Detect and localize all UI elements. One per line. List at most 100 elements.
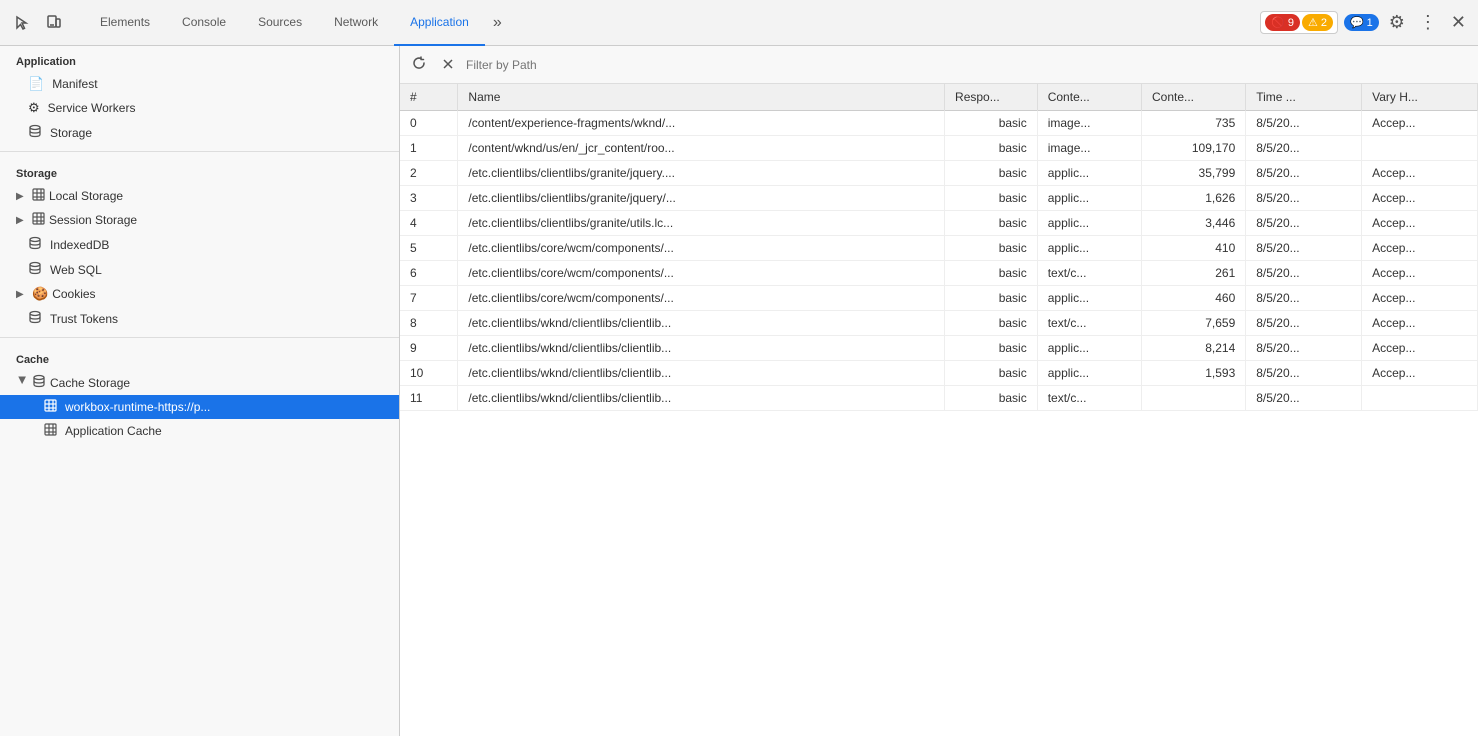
device-toolbar-button[interactable]: [40, 9, 68, 37]
sidebar-item-storage-label: Storage: [50, 126, 92, 140]
error-count: 9: [1288, 17, 1294, 29]
cache-table: # Name Respo... Conte... Conte... Time .…: [400, 84, 1478, 411]
sidebar-item-cookies-label: Cookies: [52, 287, 95, 301]
sidebar-section-cache: Cache: [0, 344, 399, 370]
table-row[interactable]: 3/etc.clientlibs/clientlibs/granite/jque…: [400, 186, 1478, 211]
sidebar-item-workbox-runtime[interactable]: workbox-runtime-https://p...: [0, 395, 399, 419]
error-badge: 🚫 9: [1265, 14, 1300, 31]
tab-sources[interactable]: Sources: [242, 0, 318, 46]
table-row[interactable]: 1/content/wknd/us/en/_jcr_content/roo...…: [400, 136, 1478, 161]
message-icon: 💬: [1350, 16, 1364, 29]
web-sql-icon: [28, 261, 42, 278]
col-header-vary[interactable]: Vary H...: [1362, 84, 1478, 111]
table-row[interactable]: 0/content/experience-fragments/wknd/...b…: [400, 111, 1478, 136]
cookies-icon: 🍪: [32, 286, 48, 302]
sidebar-item-service-workers[interactable]: ⚙ Service Workers: [0, 96, 399, 120]
sidebar-item-manifest[interactable]: 📄 Manifest: [0, 72, 399, 96]
col-header-name[interactable]: Name: [458, 84, 945, 111]
indexeddb-icon: [28, 236, 42, 253]
sidebar-item-session-storage-label: Session Storage: [49, 213, 137, 227]
close-button[interactable]: ✕: [1447, 8, 1470, 37]
sidebar-item-indexeddb-label: IndexedDB: [50, 238, 109, 252]
sidebar-item-application-cache-label: Application Cache: [65, 424, 162, 438]
filter-bar: [400, 46, 1478, 84]
tab-console[interactable]: Console: [166, 0, 242, 46]
settings-button[interactable]: ⚙: [1385, 8, 1409, 37]
sidebar-item-storage-main[interactable]: Storage: [0, 120, 399, 145]
filter-input[interactable]: [466, 58, 1470, 72]
sidebar-item-web-sql[interactable]: Web SQL: [0, 257, 399, 282]
warning-badge: ⚠ 2: [1302, 14, 1333, 31]
warning-count: 2: [1321, 17, 1327, 29]
cookies-expand-arrow: ▶: [16, 289, 28, 300]
table-row[interactable]: 7/etc.clientlibs/core/wcm/components/...…: [400, 286, 1478, 311]
table-row[interactable]: 8/etc.clientlibs/wknd/clientlibs/clientl…: [400, 311, 1478, 336]
local-storage-expand-arrow: ▶: [16, 191, 28, 202]
cache-storage-icon: [32, 374, 46, 391]
table-row[interactable]: 6/etc.clientlibs/core/wcm/components/...…: [400, 261, 1478, 286]
table-row[interactable]: 10/etc.clientlibs/wknd/clientlibs/client…: [400, 361, 1478, 386]
sidebar-item-session-storage[interactable]: ▶ Session Storage: [0, 208, 399, 232]
sidebar-item-trust-tokens-label: Trust Tokens: [50, 312, 118, 326]
col-header-content-type[interactable]: Conte...: [1037, 84, 1141, 111]
refresh-button[interactable]: [408, 52, 430, 77]
table-row[interactable]: 5/etc.clientlibs/core/wcm/components/...…: [400, 236, 1478, 261]
select-tool-button[interactable]: [8, 9, 36, 37]
table-row[interactable]: 4/etc.clientlibs/clientlibs/granite/util…: [400, 211, 1478, 236]
sidebar-item-cache-storage-label: Cache Storage: [50, 376, 130, 390]
col-header-response[interactable]: Respo...: [945, 84, 1038, 111]
toolbar-icons: [8, 9, 84, 37]
sidebar-divider-1: [0, 151, 399, 152]
session-storage-expand-arrow: ▶: [16, 215, 28, 226]
cache-table-wrapper: # Name Respo... Conte... Conte... Time .…: [400, 84, 1478, 736]
more-tabs-button[interactable]: »: [485, 0, 510, 46]
col-header-num[interactable]: #: [400, 84, 458, 111]
sidebar-item-manifest-label: Manifest: [52, 77, 97, 91]
tab-network[interactable]: Network: [318, 0, 394, 46]
sidebar-item-web-sql-label: Web SQL: [50, 263, 102, 277]
sidebar-section-storage: Storage: [0, 158, 399, 184]
sidebar: Application 📄 Manifest ⚙ Service Workers…: [0, 46, 400, 736]
sidebar-item-local-storage-label: Local Storage: [49, 189, 123, 203]
sidebar-item-trust-tokens[interactable]: Trust Tokens: [0, 306, 399, 331]
toolbar-tabs: Elements Console Sources Network Applica…: [84, 0, 510, 46]
trust-tokens-icon: [28, 310, 42, 327]
sidebar-section-application: Application: [0, 46, 399, 72]
clear-button[interactable]: [438, 53, 458, 77]
table-body: 0/content/experience-fragments/wknd/...b…: [400, 111, 1478, 411]
devtools-toolbar: Elements Console Sources Network Applica…: [0, 0, 1478, 46]
sidebar-item-workbox-label: workbox-runtime-https://p...: [65, 400, 210, 414]
sidebar-divider-2: [0, 337, 399, 338]
workbox-icon: [44, 399, 57, 415]
error-icon: 🚫: [1271, 16, 1285, 29]
cache-storage-expand-arrow: ▶: [17, 377, 28, 389]
message-badge[interactable]: 💬 1: [1344, 14, 1379, 31]
table-header-row: # Name Respo... Conte... Conte... Time .…: [400, 84, 1478, 111]
main-area: Application 📄 Manifest ⚙ Service Workers…: [0, 46, 1478, 736]
storage-main-icon: [28, 124, 42, 141]
sidebar-item-indexeddb[interactable]: IndexedDB: [0, 232, 399, 257]
sidebar-item-local-storage[interactable]: ▶ Local Storage: [0, 184, 399, 208]
toolbar-right: 🚫 9 ⚠ 2 💬 1 ⚙ ⋮ ✕: [1260, 8, 1470, 37]
table-row[interactable]: 9/etc.clientlibs/wknd/clientlibs/clientl…: [400, 336, 1478, 361]
service-workers-icon: ⚙: [28, 100, 40, 116]
error-warning-badge-group[interactable]: 🚫 9 ⚠ 2: [1260, 11, 1338, 34]
sidebar-item-cache-storage[interactable]: ▶ Cache Storage: [0, 370, 399, 395]
table-row[interactable]: 11/etc.clientlibs/wknd/clientlibs/client…: [400, 386, 1478, 411]
tab-elements[interactable]: Elements: [84, 0, 166, 46]
more-options-button[interactable]: ⋮: [1415, 8, 1441, 37]
table-row[interactable]: 2/etc.clientlibs/clientlibs/granite/jque…: [400, 161, 1478, 186]
sidebar-item-application-cache[interactable]: Application Cache: [0, 419, 399, 443]
tab-application[interactable]: Application: [394, 0, 485, 46]
session-storage-icon: [32, 212, 45, 228]
sidebar-item-service-workers-label: Service Workers: [48, 101, 136, 115]
col-header-content-length[interactable]: Conte...: [1141, 84, 1245, 111]
warning-icon: ⚠: [1308, 16, 1318, 29]
message-count: 1: [1367, 17, 1373, 29]
content-area: # Name Respo... Conte... Conte... Time .…: [400, 46, 1478, 736]
manifest-icon: 📄: [28, 76, 44, 92]
application-cache-icon: [44, 423, 57, 439]
col-header-time[interactable]: Time ...: [1246, 84, 1362, 111]
sidebar-item-cookies[interactable]: ▶ 🍪 Cookies: [0, 282, 399, 306]
local-storage-icon: [32, 188, 45, 204]
